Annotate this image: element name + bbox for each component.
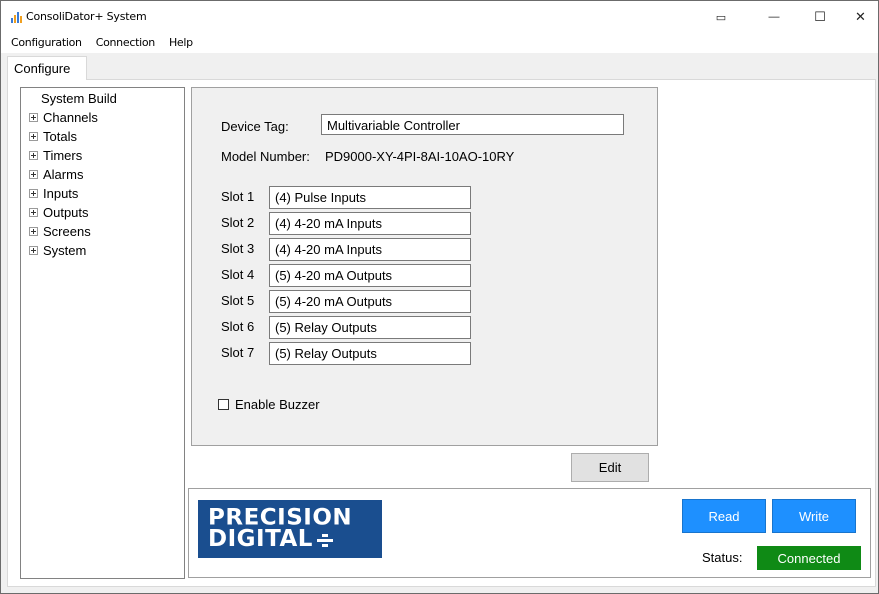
- menu-connection[interactable]: Connection: [89, 33, 162, 53]
- slot-6-label: Slot 6: [221, 319, 255, 334]
- app-bars-icon: [11, 11, 23, 23]
- enable-buzzer-label: Enable Buzzer: [235, 397, 320, 412]
- menu-configuration[interactable]: Configuration: [1, 33, 89, 53]
- tree-root-system-build[interactable]: System Build: [41, 91, 117, 106]
- close-button[interactable]: ✕: [843, 1, 878, 33]
- app-window: ConsoliDator+ System ▭ — ☐ ✕ Configurati…: [0, 0, 879, 594]
- compact-overlay-button[interactable]: ▭: [698, 1, 744, 33]
- model-number-label: Model Number:: [221, 149, 310, 164]
- system-tree[interactable]: System Build Channels Totals Timers Alar…: [20, 87, 185, 579]
- precision-digital-logo: PRECISION DIGITAL: [198, 500, 382, 558]
- title-bar: ConsoliDator+ System ▭ — ☐ ✕: [1, 1, 878, 33]
- compact-overlay-icon: ▭: [715, 11, 727, 24]
- close-icon: ✕: [855, 9, 866, 24]
- slot-4-field[interactable]: (5) 4-20 mA Outputs: [269, 264, 471, 287]
- minimize-button[interactable]: —: [751, 1, 797, 33]
- write-button[interactable]: Write: [772, 499, 856, 533]
- minimize-icon: —: [768, 11, 780, 23]
- read-button[interactable]: Read: [682, 499, 766, 533]
- enable-buzzer-option[interactable]: Enable Buzzer: [218, 397, 320, 412]
- tree-item-outputs[interactable]: Outputs: [29, 205, 89, 220]
- menu-help[interactable]: Help: [162, 33, 200, 53]
- tree-item-channels[interactable]: Channels: [29, 110, 98, 125]
- enable-buzzer-checkbox[interactable]: [218, 399, 229, 410]
- expand-icon[interactable]: [29, 151, 38, 160]
- maximize-icon: ☐: [814, 9, 826, 24]
- model-number-value: PD9000-XY-4PI-8AI-10AO-10RY: [325, 149, 515, 164]
- slot-1-label: Slot 1: [221, 189, 255, 204]
- tree-item-label: Channels: [43, 110, 98, 125]
- slot-7-field[interactable]: (5) Relay Outputs: [269, 342, 471, 365]
- tree-item-label: System: [43, 243, 87, 258]
- expand-icon[interactable]: [29, 227, 38, 236]
- device-tag-input[interactable]: Multivariable Controller: [321, 114, 624, 135]
- tree-item-label: Alarms: [43, 167, 84, 182]
- status-badge: Connected: [757, 546, 861, 570]
- tree-item-totals[interactable]: Totals: [29, 129, 77, 144]
- menu-bar: Configuration Connection Help: [1, 33, 878, 53]
- tree-item-label: Timers: [43, 148, 83, 163]
- slot-1-field[interactable]: (4) Pulse Inputs: [269, 186, 471, 209]
- slot-7-label: Slot 7: [221, 345, 255, 360]
- tree-item-label: Screens: [43, 224, 91, 239]
- logo-mark-icon: [316, 533, 333, 547]
- edit-button[interactable]: Edit: [571, 453, 649, 482]
- expand-icon[interactable]: [29, 189, 38, 198]
- tree-item-system[interactable]: System: [29, 243, 86, 258]
- tree-item-timers[interactable]: Timers: [29, 148, 82, 163]
- tab-configure[interactable]: Configure: [7, 56, 87, 80]
- slot-5-label: Slot 5: [221, 293, 255, 308]
- logo-line-2: DIGITAL: [208, 526, 313, 552]
- slot-4-label: Slot 4: [221, 267, 255, 282]
- expand-icon[interactable]: [29, 208, 38, 217]
- expand-icon[interactable]: [29, 132, 38, 141]
- tree-item-label: Inputs: [43, 186, 79, 201]
- expand-icon[interactable]: [29, 170, 38, 179]
- expand-icon[interactable]: [29, 246, 38, 255]
- tree-item-alarms[interactable]: Alarms: [29, 167, 83, 182]
- window-title: ConsoliDator+ System: [26, 10, 147, 23]
- slot-2-label: Slot 2: [221, 215, 255, 230]
- expand-icon[interactable]: [29, 113, 38, 122]
- tree-item-inputs[interactable]: Inputs: [29, 186, 78, 201]
- slot-3-field[interactable]: (4) 4-20 mA Inputs: [269, 238, 471, 261]
- maximize-button[interactable]: ☐: [797, 1, 843, 33]
- slot-3-label: Slot 3: [221, 241, 255, 256]
- slot-2-field[interactable]: (4) 4-20 mA Inputs: [269, 212, 471, 235]
- tree-item-label: Outputs: [43, 205, 89, 220]
- logo-line-1: PRECISION: [208, 505, 353, 531]
- slot-5-field[interactable]: (5) 4-20 mA Outputs: [269, 290, 471, 313]
- device-tag-label: Device Tag:: [221, 119, 289, 134]
- slot-6-field[interactable]: (5) Relay Outputs: [269, 316, 471, 339]
- tree-item-label: Totals: [43, 129, 77, 144]
- tree-item-screens[interactable]: Screens: [29, 224, 91, 239]
- status-label: Status:: [702, 550, 743, 565]
